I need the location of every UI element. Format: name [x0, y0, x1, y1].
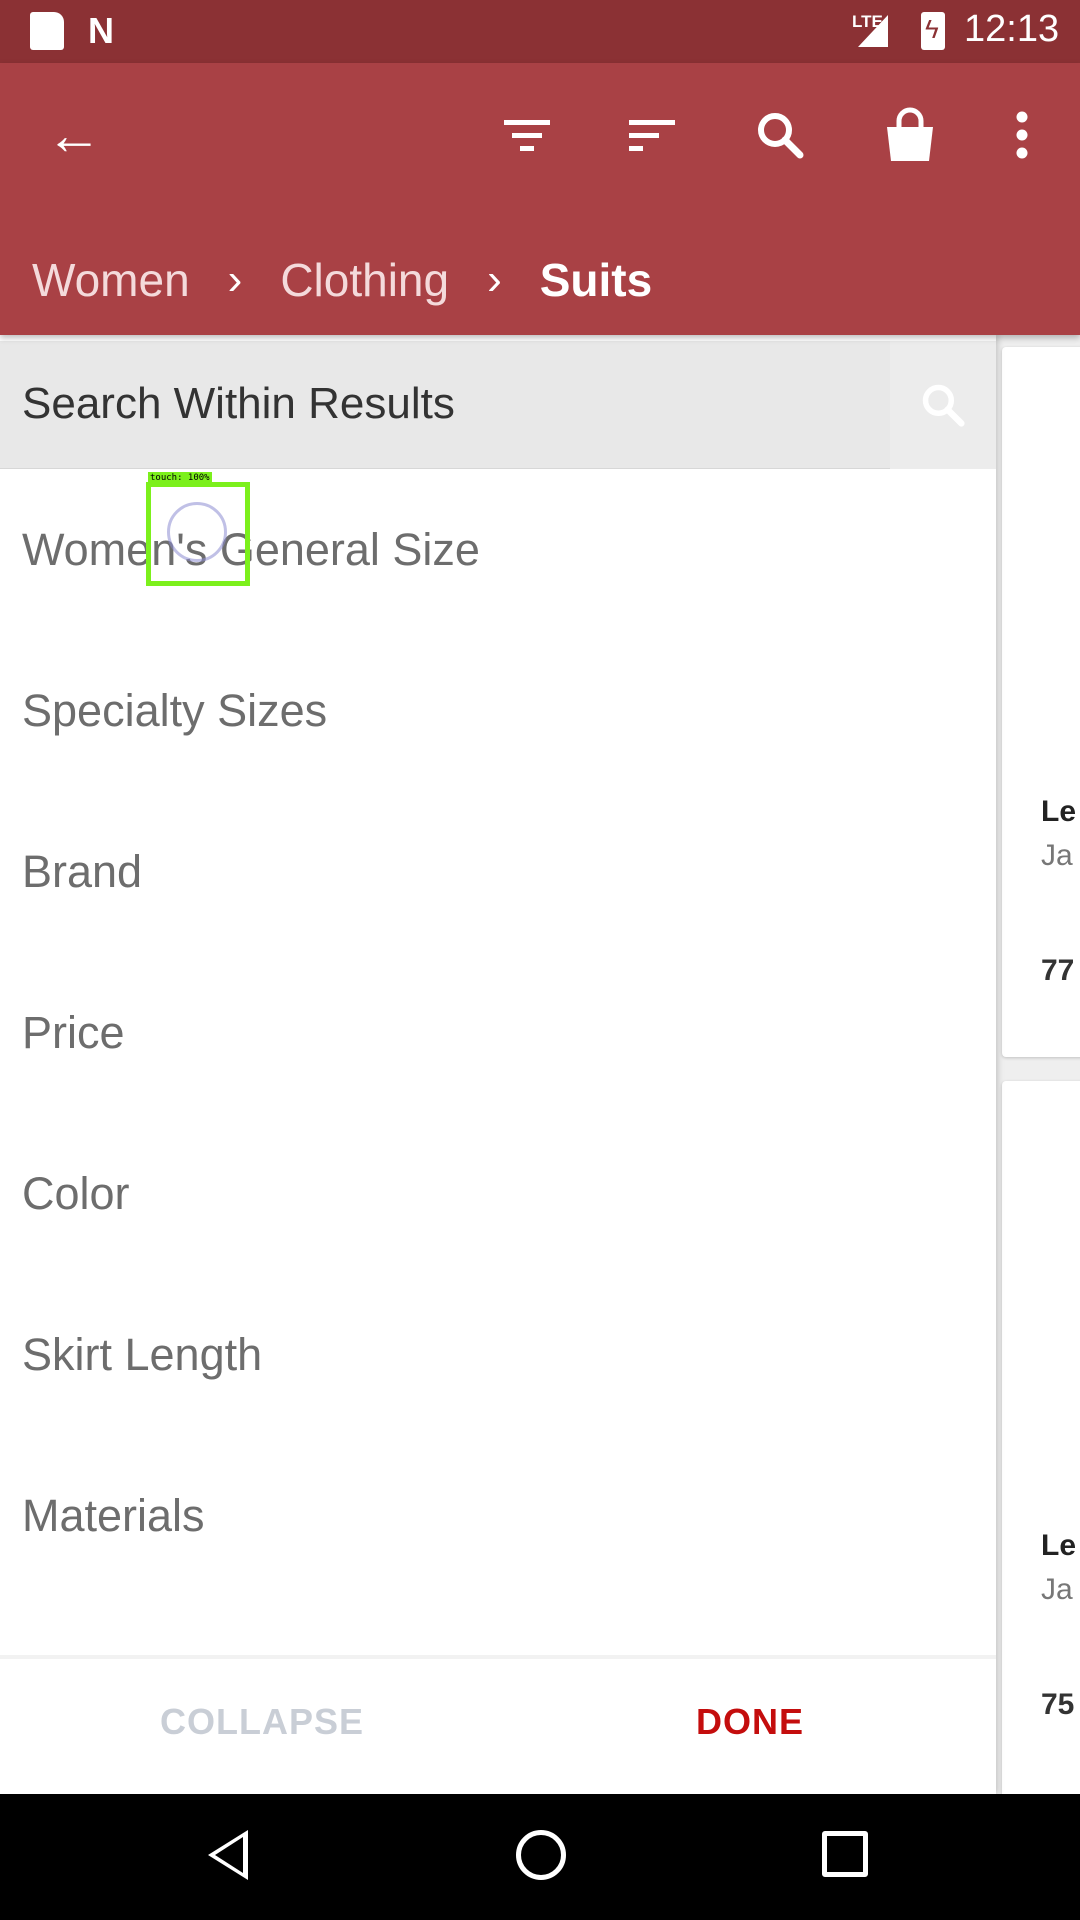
app-bar: ← Women › Clothing › Suits	[0, 63, 1080, 335]
search-button[interactable]	[890, 341, 996, 469]
product-card[interactable]: Le Ja 75	[1002, 1081, 1080, 1794]
breadcrumb-women[interactable]: Women	[32, 253, 190, 307]
breadcrumb-clothing[interactable]: Clothing	[280, 253, 449, 307]
product-title: Le	[1041, 795, 1077, 828]
filter-specialty-sizes[interactable]: Specialty Sizes	[0, 630, 996, 791]
product-subtitle: Ja	[1041, 1573, 1073, 1606]
search-within-results[interactable]: Search Within Results	[0, 341, 996, 469]
filter-color[interactable]: Color	[0, 1113, 996, 1274]
filter-price[interactable]: Price	[0, 952, 996, 1113]
results-list: Le Ja 77 Le Ja 75	[996, 335, 1080, 1794]
product-subtitle: Ja	[1041, 839, 1073, 872]
search-icon[interactable]	[748, 103, 812, 167]
n-notification-icon: N	[88, 10, 114, 51]
product-price: 75	[1041, 1688, 1075, 1721]
breadcrumb-suits: Suits	[539, 254, 653, 306]
shopping-bag-icon[interactable]	[878, 103, 942, 167]
signal-icon	[858, 15, 888, 47]
filter-materials[interactable]: Materials	[0, 1435, 996, 1596]
product-card[interactable]: Le Ja 77	[1002, 347, 1080, 1057]
collapse-button[interactable]: COLLAPSE	[160, 1701, 364, 1743]
status-time: 12:13	[964, 8, 1060, 50]
touch-ripple	[167, 502, 227, 562]
nav-back-icon[interactable]	[208, 1830, 248, 1880]
filter-footer: COLLAPSE DONE	[0, 1655, 996, 1794]
done-button[interactable]: DONE	[696, 1701, 804, 1743]
chevron-right-icon: ›	[487, 255, 502, 304]
search-input[interactable]: Search Within Results	[22, 379, 455, 429]
product-title: Le	[1041, 1529, 1077, 1562]
filter-skirt-length[interactable]: Skirt Length	[0, 1274, 996, 1435]
sort-icon[interactable]	[620, 103, 684, 167]
nav-recents-icon[interactable]	[822, 1831, 868, 1877]
status-bar: N LTE 12:13	[0, 0, 1080, 63]
battery-charging-icon	[921, 12, 945, 50]
chevron-right-icon: ›	[227, 255, 243, 304]
nav-home-icon[interactable]	[516, 1830, 566, 1880]
filter-icon[interactable]	[495, 103, 559, 167]
filter-brand[interactable]: Brand	[0, 791, 996, 952]
search-icon	[922, 384, 965, 427]
navigation-bar	[0, 1794, 1080, 1920]
back-arrow-icon[interactable]: ←	[42, 103, 106, 167]
product-price: 77	[1041, 954, 1075, 987]
breadcrumb: Women › Clothing › Suits	[32, 245, 652, 315]
sd-card-icon	[30, 12, 64, 50]
more-vert-icon[interactable]	[990, 103, 1054, 167]
